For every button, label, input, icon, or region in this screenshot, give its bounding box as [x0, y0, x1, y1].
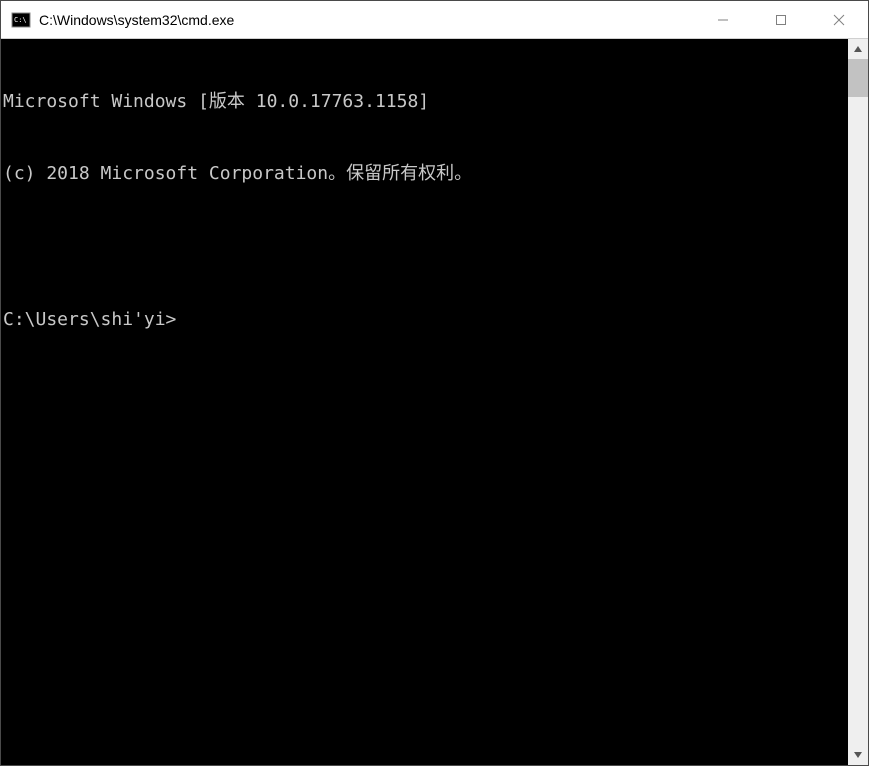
maximize-button[interactable] — [752, 1, 810, 38]
client-area: Microsoft Windows [版本 10.0.17763.1158] (… — [1, 39, 868, 765]
window-controls — [694, 1, 868, 38]
terminal-line: Microsoft Windows [版本 10.0.17763.1158] — [3, 90, 846, 114]
scroll-down-arrow-icon[interactable] — [848, 745, 868, 765]
terminal-blank-line — [3, 235, 846, 259]
terminal-line: (c) 2018 Microsoft Corporation。保留所有权利。 — [3, 162, 846, 186]
cmd-window: C:\ C:\Windows\system32\cmd.exe Microsof… — [0, 0, 869, 766]
svg-text:C:\: C:\ — [14, 16, 27, 24]
scroll-up-arrow-icon[interactable] — [848, 39, 868, 59]
terminal-output[interactable]: Microsoft Windows [版本 10.0.17763.1158] (… — [1, 39, 848, 765]
scrollbar-track[interactable] — [848, 59, 868, 745]
close-button[interactable] — [810, 1, 868, 38]
minimize-button[interactable] — [694, 1, 752, 38]
titlebar[interactable]: C:\ C:\Windows\system32\cmd.exe — [1, 1, 868, 39]
vertical-scrollbar[interactable] — [848, 39, 868, 765]
scrollbar-thumb[interactable] — [848, 59, 868, 97]
window-title: C:\Windows\system32\cmd.exe — [39, 12, 694, 28]
cmd-icon: C:\ — [11, 10, 31, 30]
terminal-prompt: C:\Users\shi'yi> — [3, 308, 846, 332]
